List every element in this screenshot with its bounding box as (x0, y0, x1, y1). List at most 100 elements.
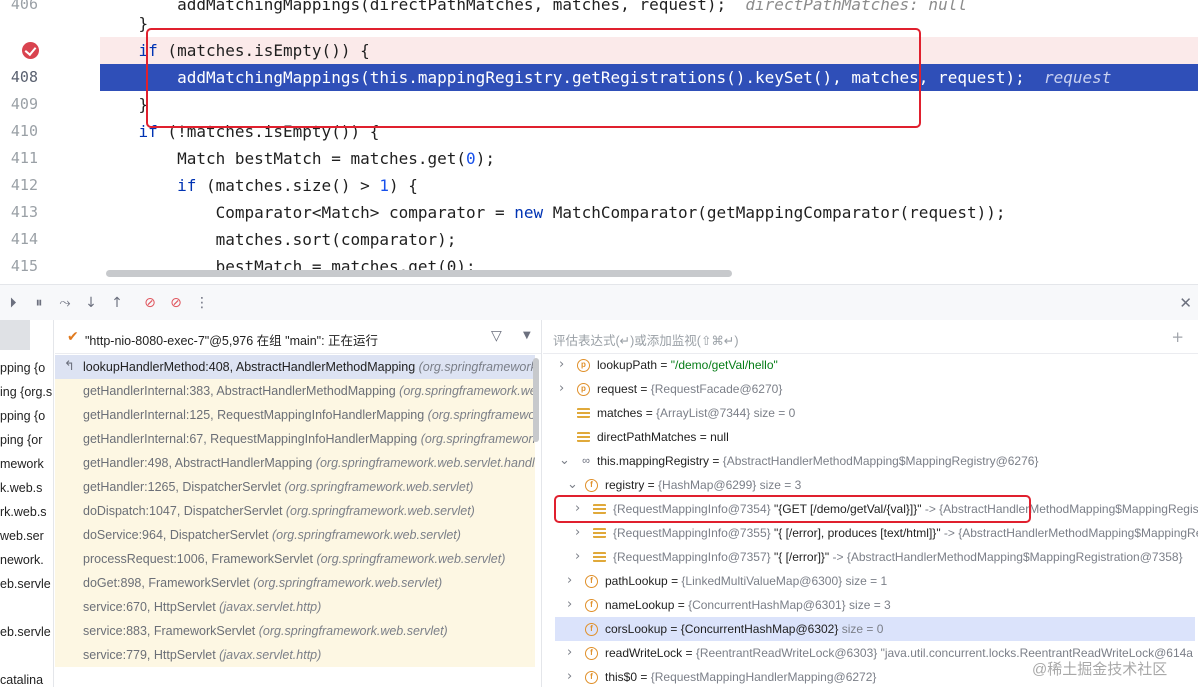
frames-vertical-scrollbar[interactable] (533, 358, 539, 442)
left-panel-item[interactable]: rk.web.s (0, 500, 47, 524)
left-panel-item[interactable]: eb.servle (0, 572, 51, 596)
frame-package: (org.springframework.web.servlet) (253, 576, 443, 590)
left-panel-item[interactable]: k.web.s (0, 476, 42, 500)
variable-row[interactable]: › p lookupPath = "/demo/getVal/hello" (543, 353, 1198, 377)
variable-row[interactable]: ⌄ f registry = {HashMap@6299} size = 3 (543, 473, 1198, 497)
chevron-down-icon[interactable]: ⌄ (567, 473, 578, 497)
variable-val: "{ [/error]}" (773, 550, 830, 564)
frame-item[interactable]: getHandlerInternal:125, RequestMappingIn… (55, 403, 535, 427)
line-number[interactable]: 410 (0, 118, 38, 145)
variable-row[interactable]: › {RequestMappingInfo@7357} "{ [/error]}"… (543, 545, 1198, 569)
left-panel-item[interactable]: mework (0, 452, 44, 476)
line-number[interactable]: 412 (0, 172, 38, 199)
view-breakpoints-icon[interactable]: ⊘ (141, 294, 159, 312)
annotation-box-variables (554, 495, 1031, 523)
breakpoint-icon[interactable] (22, 42, 39, 59)
chevron-right-icon[interactable]: › (575, 521, 580, 545)
variable-row[interactable]: › p request = {RequestFacade@6270} (543, 377, 1198, 401)
thread-selector[interactable]: ✔ "http-nio-8080-exec-7"@5,976 在组 "main"… (55, 320, 541, 354)
variable-row[interactable]: directPathMatches = null (543, 425, 1198, 449)
code-line[interactable]: 412 if (matches.size() > 1) { (0, 172, 1198, 199)
frame-item[interactable]: service:779, HttpServlet (javax.servlet.… (55, 643, 535, 667)
chevron-right-icon[interactable]: › (567, 665, 572, 687)
frame-item[interactable]: service:670, HttpServlet (javax.servlet.… (55, 595, 535, 619)
add-watch-icon[interactable]: + (1171, 328, 1184, 346)
resume-icon[interactable]: ⏵ (4, 294, 22, 312)
left-panel-item[interactable]: ing {org.s (0, 380, 52, 404)
frame-method: getHandler:1265, DispatcherServlet (83, 480, 285, 494)
frame-item[interactable]: getHandlerInternal:67, RequestMappingInf… (55, 427, 535, 451)
code-line[interactable]: 414 matches.sort(comparator); (0, 226, 1198, 253)
variable-name: {RequestMappingInfo@7357} (613, 550, 771, 564)
variable-eq: = (637, 382, 651, 396)
variable-row[interactable]: matches = {ArrayList@7344} size = 0 (543, 401, 1198, 425)
variable-extra: size = 3 (845, 598, 891, 612)
mute-breakpoints-icon[interactable]: ⊘ (167, 294, 185, 312)
left-panel-item[interactable]: pping {o (0, 404, 45, 428)
more-icon[interactable]: ⋮ (193, 294, 211, 312)
code-line[interactable]: 411 Match bestMatch = matches.get(0); (0, 145, 1198, 172)
variable-name: lookupPath (597, 358, 658, 372)
line-number[interactable]: 408 (0, 64, 38, 91)
code-line[interactable]: 413 Comparator<Match> comparator = new M… (0, 199, 1198, 226)
variable-text: lookupPath = "/demo/getVal/hello" (597, 353, 778, 377)
chevron-down-icon[interactable]: ⌄ (559, 449, 570, 473)
variable-val: {ArrayList@7344} (656, 406, 751, 420)
left-panel-item[interactable]: catalina (0, 668, 43, 687)
left-panel-item[interactable]: pping {o (0, 356, 45, 380)
code-token: (matches.size() > (196, 176, 380, 195)
code-editor[interactable]: 406 addMatchingMappings(directPathMatche… (0, 0, 1198, 283)
left-side-panel: pping {o ing {org.s pping {o ping {or mework… (0, 320, 54, 687)
frame-item[interactable]: processRequest:1006, FrameworkServlet (o… (55, 547, 535, 571)
variable-row[interactable]: ⌄ ∞ this.mappingRegistry = {AbstractHandle… (543, 449, 1198, 473)
variable-val: {RequestFacade@6270} (650, 382, 783, 396)
editor-horizontal-scrollbar[interactable] (106, 270, 732, 277)
left-panel-item[interactable]: eb.servle (0, 620, 51, 644)
frame-item[interactable]: doGet:898, FrameworkServlet (org.springf… (55, 571, 535, 595)
frame-item-current[interactable]: ↰ lookupHandlerMethod:408, AbstractHandle… (55, 355, 535, 379)
left-panel-item[interactable]: nework. (0, 548, 44, 572)
frame-item[interactable]: service:883, FrameworkServlet (org.sprin… (55, 619, 535, 643)
evaluate-expression-input[interactable]: 评估表达式(↵)或添加监视(⇧⌘↵) + (543, 320, 1198, 354)
left-panel-item[interactable]: web.ser (0, 524, 44, 548)
line-number[interactable]: 413 (0, 199, 38, 226)
line-number[interactable]: 411 (0, 145, 38, 172)
check-icon: ✔ (67, 329, 79, 345)
chevron-down-icon[interactable]: ▼ (523, 330, 531, 341)
variable-val: {ConcurrentHashMap@6301} (688, 598, 846, 612)
variable-extra: -> {AbstractHandlerMethodMapping$Mapping… (943, 526, 1198, 540)
line-number[interactable]: 415 (0, 253, 38, 280)
code-text: if (matches.size() > 1) { (100, 172, 1198, 199)
frame-item[interactable]: getHandlerInternal:383, AbstractHandlerM… (55, 379, 535, 403)
chevron-right-icon[interactable]: › (567, 641, 572, 665)
chevron-right-icon[interactable]: › (575, 545, 580, 569)
left-panel-item[interactable]: ping {or (0, 428, 42, 452)
field-icon: f (585, 479, 598, 492)
step-out-icon[interactable]: ↑ (108, 294, 126, 312)
variable-row[interactable]: f corsLookup = {ConcurrentHashMap@6302} s… (555, 617, 1195, 641)
pause-icon[interactable]: ⏸ (30, 294, 48, 312)
return-arrow-icon: ↰ (64, 359, 75, 374)
variable-row[interactable]: › f pathLookup = {LinkedMultiValueMap@6300… (543, 569, 1198, 593)
variable-row[interactable]: › {RequestMappingInfo@7355} "{ [/error], … (543, 521, 1198, 545)
frame-package: (org.springframework.web.servlet.handler… (315, 456, 535, 470)
variable-row[interactable]: › f nameLookup = {ConcurrentHashMap@6301} … (543, 593, 1198, 617)
code-token: } (100, 95, 149, 114)
frame-method: lookupHandlerMethod:408, AbstractHandler… (83, 360, 419, 374)
frame-item[interactable]: getHandler:1265, DispatcherServlet (org.… (55, 475, 535, 499)
code-token: 1 (379, 176, 389, 195)
step-over-icon[interactable]: ⤳ (56, 294, 74, 312)
step-into-icon[interactable]: ↓ (82, 294, 100, 312)
close-icon[interactable]: ✕ (1179, 294, 1192, 312)
chevron-right-icon[interactable]: › (567, 593, 572, 617)
frame-item[interactable]: getHandler:498, AbstractHandlerMapping (… (55, 451, 535, 475)
filter-icon[interactable]: ▽ (491, 328, 502, 344)
line-number[interactable]: 414 (0, 226, 38, 253)
chevron-right-icon[interactable]: › (567, 569, 572, 593)
line-number[interactable]: 409 (0, 91, 38, 118)
chevron-right-icon[interactable]: › (559, 353, 564, 377)
chevron-right-icon[interactable]: › (559, 377, 564, 401)
frame-item[interactable]: doService:964, DispatcherServlet (org.sp… (55, 523, 535, 547)
frame-item[interactable]: doDispatch:1047, DispatcherServlet (org.… (55, 499, 535, 523)
